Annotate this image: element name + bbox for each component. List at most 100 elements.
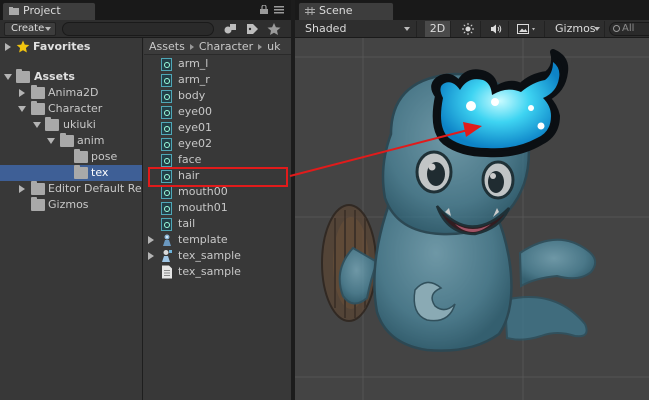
- scene-window: Scene Shaded 2D Gizmos All: [295, 0, 649, 400]
- project-search-input[interactable]: [62, 22, 214, 36]
- folder-tree: Favorites Assets Anima2D Character ukiuk…: [0, 38, 143, 400]
- chevron-down-icon[interactable]: [4, 74, 12, 80]
- tree-item-label: ukiuki: [63, 118, 96, 131]
- folder-icon: [31, 181, 45, 195]
- tree-item-label: Character: [48, 102, 103, 115]
- sprite-icon: [161, 90, 172, 103]
- folder-icon: [31, 85, 45, 99]
- sprite-icon: [161, 106, 172, 119]
- folder-icon: [45, 117, 59, 131]
- chevron-right-icon[interactable]: [19, 185, 25, 193]
- chevron-right-icon[interactable]: [5, 43, 11, 51]
- asset-item-arm-r[interactable]: arm_r: [144, 72, 291, 88]
- hair-sprite[interactable]: [431, 49, 569, 158]
- tree-item-gizmos[interactable]: Gizmos: [0, 197, 142, 213]
- sun-icon: [461, 23, 474, 35]
- folder-icon: [74, 149, 88, 163]
- tree-item-label: Anima2D: [48, 86, 99, 99]
- create-dropdown[interactable]: Create: [4, 22, 56, 36]
- create-label: Create: [11, 23, 45, 34]
- folder-icon: [16, 69, 30, 83]
- asset-item-mouth00[interactable]: mouth00: [144, 184, 291, 200]
- asset-item-eye02[interactable]: eye02: [144, 136, 291, 152]
- sprite-icon: [161, 170, 172, 183]
- sprite-icon: [161, 202, 172, 215]
- project-window: Project Create Favorites Assets Anima2D …: [0, 0, 291, 400]
- scene-tab-bar: Scene: [295, 0, 649, 20]
- asset-item-tail[interactable]: tail: [144, 216, 291, 232]
- scene-tab-label: Scene: [319, 4, 353, 17]
- image-effects-icon: [516, 24, 535, 34]
- tab-menu-icon[interactable]: [274, 6, 284, 14]
- search-icon: [613, 25, 620, 32]
- tab-scene[interactable]: Scene: [298, 2, 394, 20]
- asset-item-face[interactable]: face: [144, 152, 291, 168]
- asset-label: tex_sample: [178, 265, 241, 278]
- chevron-down-icon: [404, 27, 410, 31]
- chevron-right-icon[interactable]: [19, 89, 25, 97]
- tree-item-anim[interactable]: anim: [0, 133, 142, 149]
- folder-icon: [74, 165, 88, 179]
- tree-item-ukiuki[interactable]: ukiuki: [0, 117, 142, 133]
- scene-viewport[interactable]: [295, 38, 649, 400]
- asset-item-tex-sample-text[interactable]: tex_sample: [144, 264, 291, 280]
- asset-label: body: [178, 89, 206, 102]
- breadcrumb-item[interactable]: Assets: [149, 40, 185, 53]
- shading-mode-dropdown[interactable]: Shaded: [295, 21, 417, 37]
- asset-item-arm-l[interactable]: arm_l: [144, 56, 291, 72]
- tail-sprite: [503, 296, 588, 341]
- tree-item-editor-default-resources[interactable]: Editor Default Re: [0, 181, 142, 197]
- chevron-right-icon[interactable]: [148, 252, 154, 260]
- tab-project[interactable]: Project: [2, 2, 96, 20]
- asset-item-tex-sample-sheet[interactable]: tex_sample: [144, 248, 291, 264]
- asset-item-mouth01[interactable]: mouth01: [144, 200, 291, 216]
- asset-label: template: [178, 233, 228, 246]
- breadcrumb-item[interactable]: Character: [199, 40, 253, 53]
- chevron-down-icon[interactable]: [47, 138, 55, 144]
- gizmos-dropdown[interactable]: Gizmos: [549, 21, 605, 37]
- chevron-right-icon[interactable]: [148, 236, 154, 244]
- chevron-right-icon: [258, 44, 263, 50]
- tree-item-tex[interactable]: tex: [0, 165, 142, 181]
- asset-item-template[interactable]: template: [144, 232, 291, 248]
- sprite-icon: [161, 122, 172, 135]
- asset-item-body[interactable]: body: [144, 88, 291, 104]
- search-by-type-icon[interactable]: [222, 22, 238, 36]
- tree-item-pose[interactable]: pose: [0, 149, 142, 165]
- tree-item-label: Editor Default Re: [48, 182, 142, 195]
- scene-effects-dropdown[interactable]: [511, 21, 545, 37]
- tree-item-character[interactable]: Character: [0, 101, 142, 117]
- star-icon[interactable]: [266, 22, 282, 36]
- scene-audio-toggle[interactable]: [483, 21, 509, 37]
- tree-item-assets[interactable]: Assets: [0, 69, 142, 85]
- sprite-icon: [161, 74, 172, 87]
- chevron-down-icon: [594, 27, 600, 31]
- breadcrumb: Assets Character uk: [144, 38, 291, 55]
- asset-label: tail: [178, 217, 196, 230]
- asset-item-eye01[interactable]: eye01: [144, 120, 291, 136]
- asset-label: eye02: [178, 137, 213, 150]
- lock-icon[interactable]: [260, 5, 268, 14]
- sprite-icon: [161, 154, 172, 167]
- asset-item-eye00[interactable]: eye00: [144, 104, 291, 120]
- tree-item-label: pose: [91, 150, 118, 163]
- breadcrumb-item[interactable]: uk: [267, 40, 280, 53]
- scene-search-input[interactable]: All: [609, 22, 649, 36]
- asset-label: face: [178, 153, 202, 166]
- prefab-icon: [163, 234, 171, 246]
- arm-r-sprite: [518, 238, 597, 288]
- asset-label: mouth01: [178, 201, 228, 214]
- chevron-down-icon[interactable]: [18, 106, 26, 112]
- sprite-icon: [161, 186, 172, 199]
- chevron-down-icon[interactable]: [33, 122, 41, 128]
- toggle-2d-button[interactable]: 2D: [425, 21, 451, 37]
- project-tab-label: Project: [23, 4, 61, 17]
- scene-lighting-toggle[interactable]: [455, 21, 481, 37]
- search-by-label-icon[interactable]: [244, 22, 260, 36]
- asset-item-hair[interactable]: hair: [144, 168, 291, 184]
- gizmos-label: Gizmos: [555, 22, 596, 35]
- tree-item-favorites[interactable]: Favorites: [0, 39, 142, 55]
- asset-label: arm_l: [178, 57, 209, 70]
- tree-item-anima2d[interactable]: Anima2D: [0, 85, 142, 101]
- tree-item-label: Favorites: [33, 40, 91, 53]
